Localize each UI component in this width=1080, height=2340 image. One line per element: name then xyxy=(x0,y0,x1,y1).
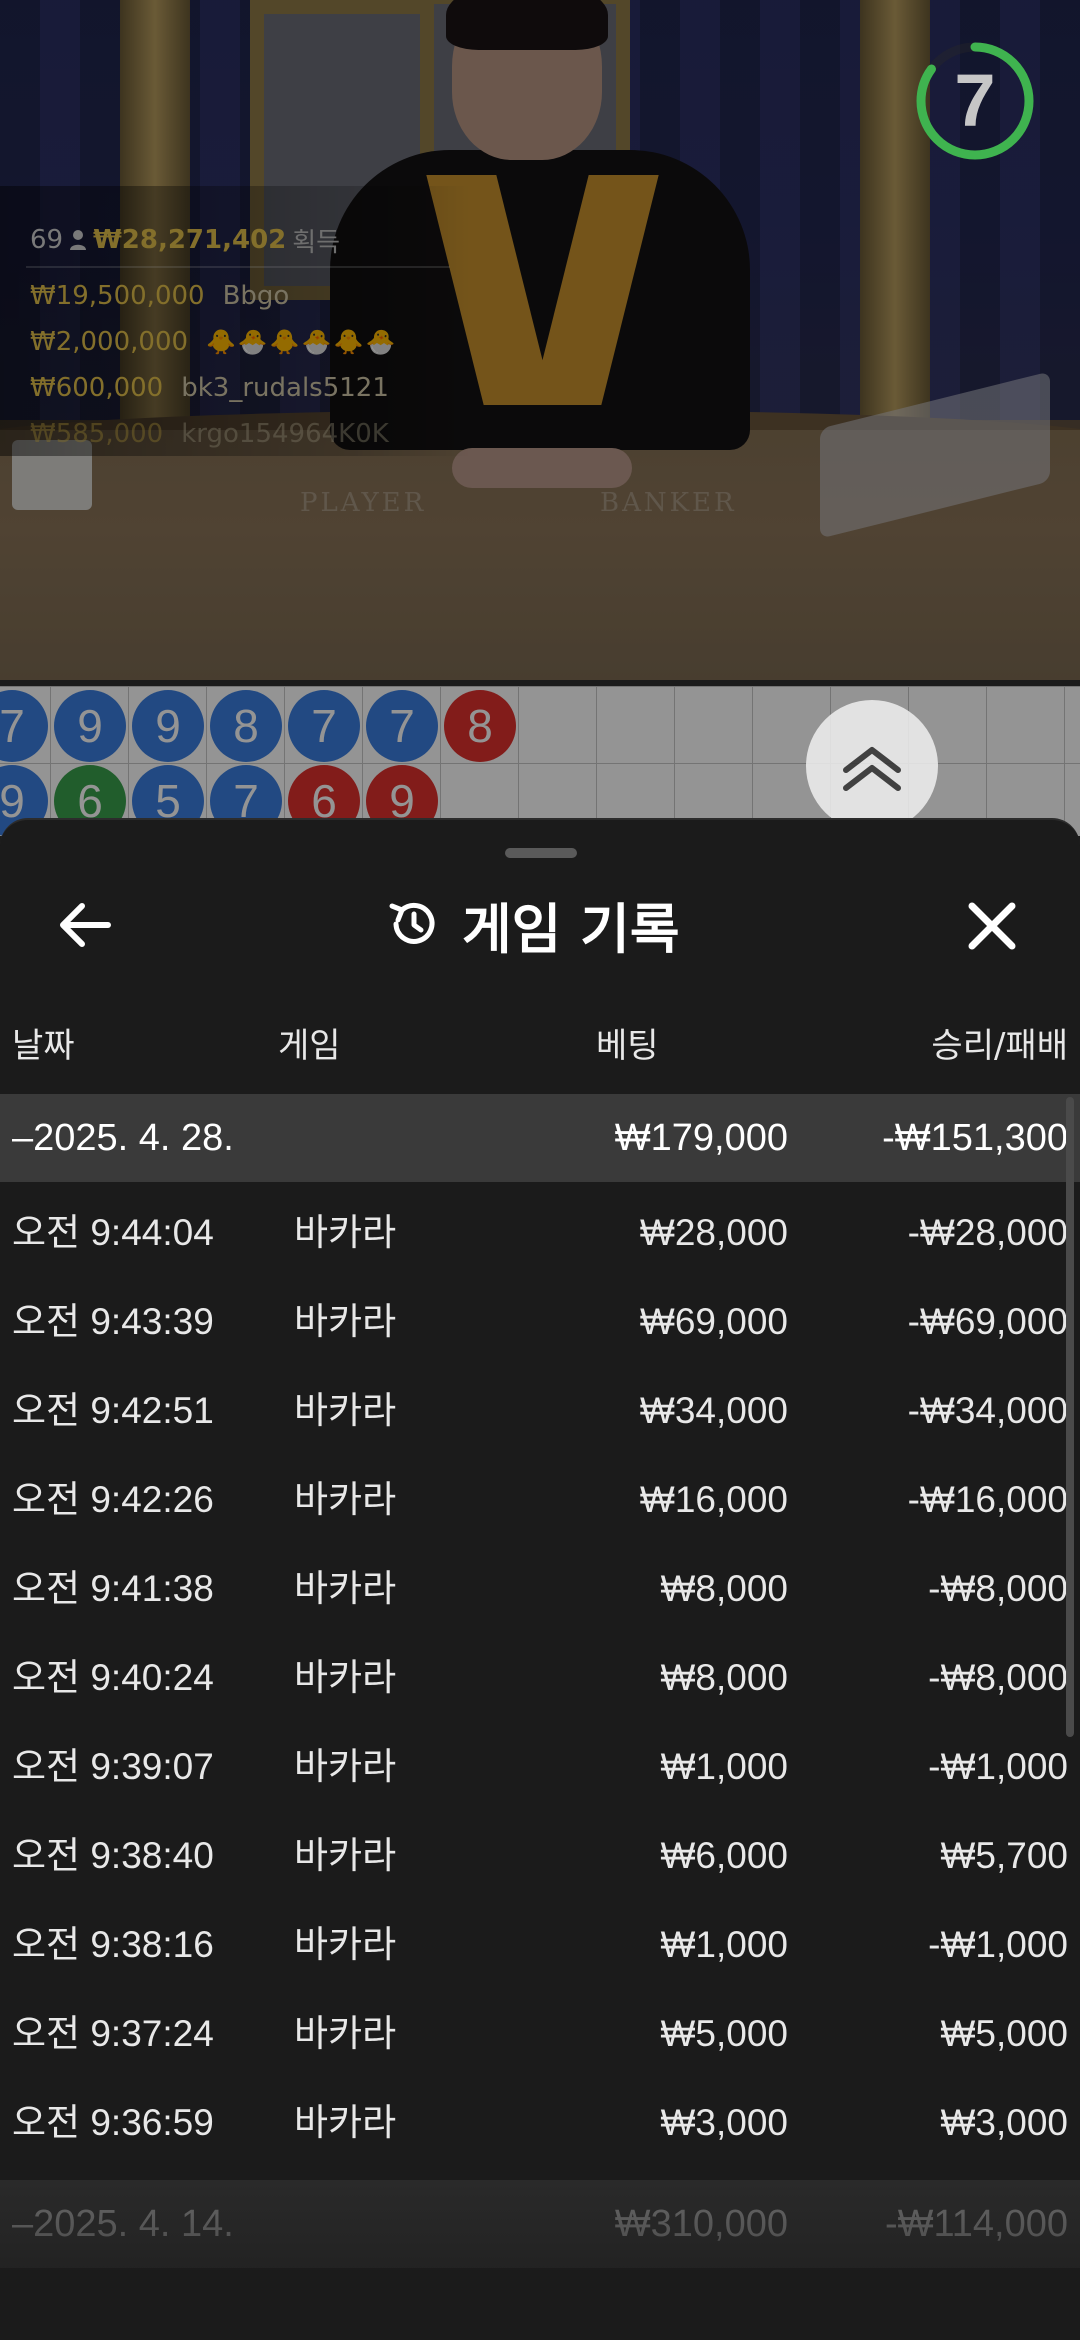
row-result: ₩5,000 xyxy=(940,2013,1068,2054)
expand-road-button[interactable] xyxy=(806,700,938,832)
row-bet: ₩16,000 xyxy=(639,1479,788,1520)
row-bet: ₩1,000 xyxy=(660,1924,788,1965)
row-result: ₩5,700 xyxy=(940,1835,1068,1876)
row-result: -₩1,000 xyxy=(928,1746,1068,1787)
group-date: –2025. 4. 28. xyxy=(12,1117,234,1159)
history-row[interactable]: 오전 9:39:07 바카라 ₩1,000 -₩1,000 xyxy=(0,1722,1080,1811)
close-button[interactable] xyxy=(956,890,1028,962)
row-bet: ₩3,000 xyxy=(660,2102,788,2143)
row-time: 오전 9:44:04 xyxy=(12,1212,214,1253)
row-bet: ₩6,000 xyxy=(660,1835,788,1876)
group-bet-total: ₩310,000 xyxy=(614,2203,788,2245)
row-bet: ₩69,000 xyxy=(639,1301,788,1342)
row-game: 바카라 xyxy=(294,1568,397,1609)
row-time: 오전 9:38:16 xyxy=(12,1924,214,1965)
history-row[interactable]: 오전 9:43:39 바카라 ₩69,000 -₩69,000 xyxy=(0,1277,1080,1366)
list-scrollbar[interactable] xyxy=(1066,1097,1074,1737)
row-bet: ₩34,000 xyxy=(639,1390,788,1431)
column-header-date: 날짜 xyxy=(12,1026,75,1066)
history-row[interactable]: 오전 9:42:26 바카라 ₩16,000 -₩16,000 xyxy=(0,1455,1080,1544)
sheet-header: 게임 기록 xyxy=(384,884,680,964)
row-bet: ₩8,000 xyxy=(660,1657,788,1698)
row-result: -₩69,000 xyxy=(907,1301,1068,1342)
row-result: -₩34,000 xyxy=(907,1390,1068,1431)
date-group-row[interactable]: –2025. 4. 14. ₩310,000 -₩114,000 xyxy=(0,2180,1080,2268)
app-root: PLAYER BANKER 69 ₩28,271,402 획득 ₩19,500,… xyxy=(0,0,1080,2340)
row-game: 바카라 xyxy=(294,2013,397,2054)
row-result: -₩8,000 xyxy=(928,1657,1068,1698)
row-game: 바카라 xyxy=(294,1301,397,1342)
row-game: 바카라 xyxy=(294,1390,397,1431)
row-game: 바카라 xyxy=(294,1924,397,1965)
countdown-number: 7 xyxy=(954,59,996,142)
row-game: 바카라 xyxy=(294,1212,397,1253)
row-time: 오전 9:43:39 xyxy=(12,1301,214,1342)
history-row[interactable]: 오전 9:38:16 바카라 ₩1,000 -₩1,000 xyxy=(0,1900,1080,1989)
history-row[interactable]: 오전 9:40:24 바카라 ₩8,000 -₩8,000 xyxy=(0,1633,1080,1722)
row-game: 바카라 xyxy=(294,2102,397,2143)
row-time: 오전 9:38:40 xyxy=(12,1835,214,1876)
history-row[interactable]: 오전 9:42:51 바카라 ₩34,000 -₩34,000 xyxy=(0,1366,1080,1455)
row-time: 오전 9:42:26 xyxy=(12,1479,214,1520)
row-time: 오전 9:39:07 xyxy=(12,1746,214,1787)
row-time: 오전 9:36:59 xyxy=(12,2102,214,2143)
row-time: 오전 9:37:24 xyxy=(12,2013,214,2054)
game-history-sheet: 게임 기록 날짜 게임 베팅 승리/패배 –2025. 4. 28. ₩179,… xyxy=(0,818,1080,2340)
row-time: 오전 9:40:24 xyxy=(12,1657,214,1698)
history-row[interactable]: 오전 9:38:40 바카라 ₩6,000 ₩5,700 xyxy=(0,1811,1080,1900)
row-game: 바카라 xyxy=(294,1479,397,1520)
arrow-left-icon xyxy=(60,903,111,947)
row-result: -₩16,000 xyxy=(907,1479,1068,1520)
row-result: ₩3,000 xyxy=(940,2102,1068,2143)
column-header-result: 승리/패배 xyxy=(931,1026,1068,1066)
history-row[interactable]: 오전 9:41:38 바카라 ₩8,000 -₩8,000 xyxy=(0,1544,1080,1633)
date-group-row[interactable]: –2025. 4. 28. ₩179,000 -₩151,300 xyxy=(0,1094,1080,1182)
row-time: 오전 9:42:51 xyxy=(12,1390,214,1431)
group-result-total: -₩114,000 xyxy=(884,2203,1068,2245)
column-header-game: 게임 xyxy=(278,1026,341,1066)
group-bet-total: ₩179,000 xyxy=(614,1117,788,1159)
back-button[interactable] xyxy=(52,890,122,960)
row-result: -₩8,000 xyxy=(928,1568,1068,1609)
row-game: 바카라 xyxy=(294,1835,397,1876)
history-row[interactable]: 오전 9:37:24 바카라 ₩5,000 ₩5,000 xyxy=(0,1989,1080,2078)
group-result-total: -₩151,300 xyxy=(882,1117,1068,1159)
column-header-bet: 베팅 xyxy=(596,1026,659,1066)
row-game: 바카라 xyxy=(294,1657,397,1698)
history-icon xyxy=(389,902,435,944)
close-icon xyxy=(968,902,1016,950)
row-result: -₩1,000 xyxy=(928,1924,1068,1965)
row-result: -₩28,000 xyxy=(907,1212,1068,1253)
sheet-drag-handle[interactable] xyxy=(505,848,577,858)
group-date: –2025. 4. 14. xyxy=(12,2203,234,2245)
double-chevron-up-icon xyxy=(843,747,901,791)
page-title: 게임 기록 xyxy=(462,897,680,961)
row-bet: ₩28,000 xyxy=(639,1212,788,1253)
row-bet: ₩8,000 xyxy=(660,1568,788,1609)
history-row[interactable]: 오전 9:36:59 바카라 ₩3,000 ₩3,000 xyxy=(0,2078,1080,2167)
row-bet: ₩5,000 xyxy=(660,2013,788,2054)
row-game: 바카라 xyxy=(294,1746,397,1787)
history-row[interactable]: 오전 9:44:04 바카라 ₩28,000 -₩28,000 xyxy=(0,1188,1080,1277)
row-time: 오전 9:41:38 xyxy=(12,1568,214,1609)
row-bet: ₩1,000 xyxy=(660,1746,788,1787)
